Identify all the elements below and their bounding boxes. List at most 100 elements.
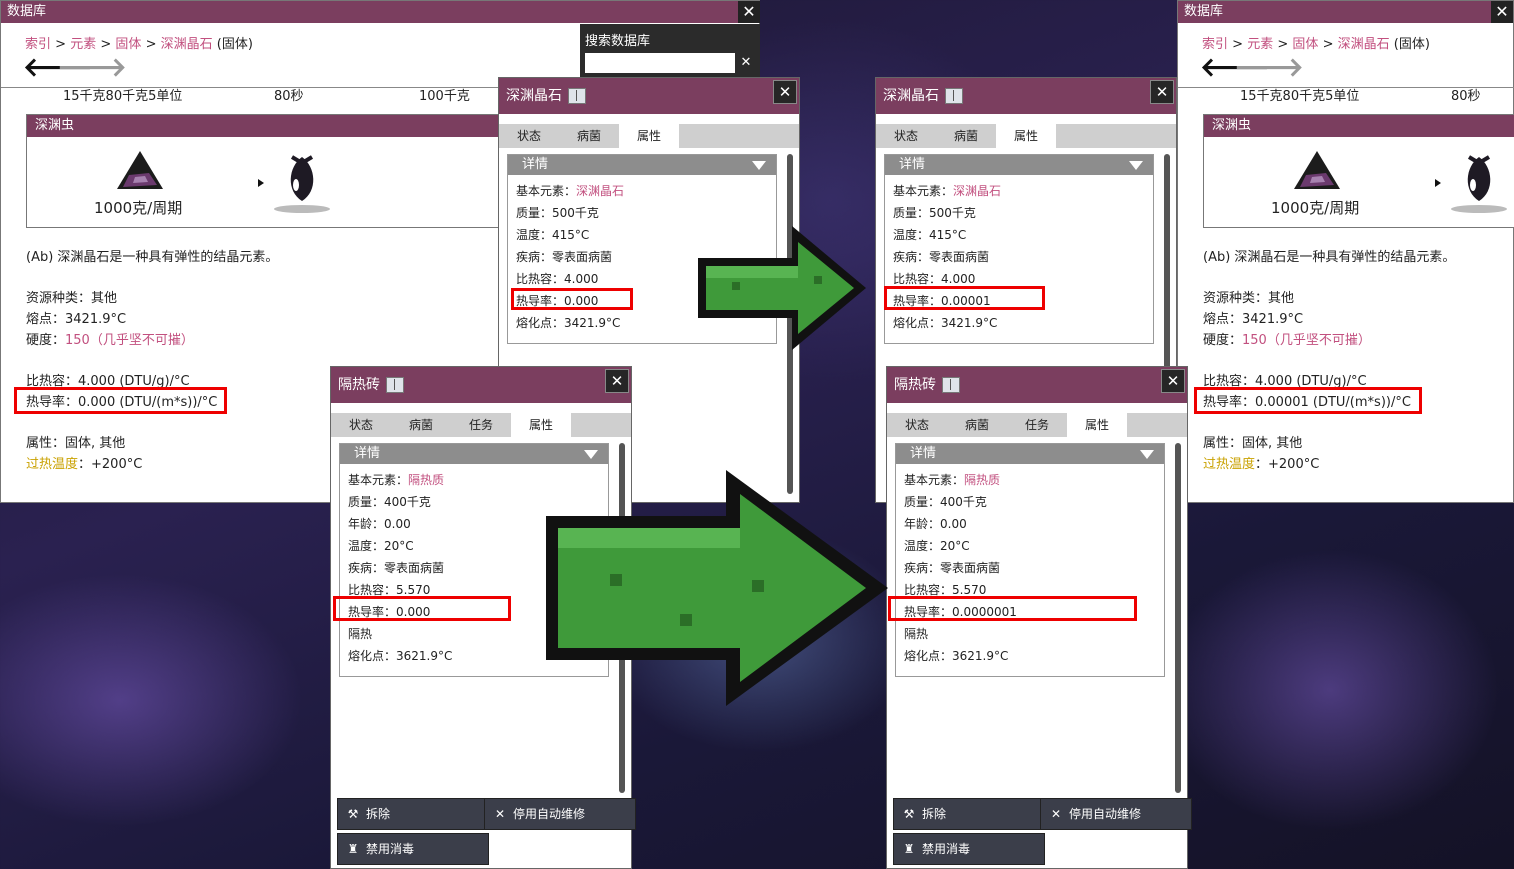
codex-book-icon[interactable] bbox=[568, 88, 586, 104]
disease: 疾病：零表面病菌 bbox=[348, 561, 445, 575]
breadcrumb-suffix: (固体) bbox=[1393, 37, 1430, 52]
melting-point: 熔化点：3621.9°C bbox=[904, 649, 1009, 663]
panel-tabs: 状态 病菌 任务 属性 bbox=[331, 413, 631, 437]
melting-point: 熔化点：3421.9°C bbox=[516, 316, 621, 330]
deconstruct-button[interactable]: ⚒ 拆除 bbox=[893, 798, 1045, 830]
search-input[interactable] bbox=[585, 53, 735, 73]
collapse-triangle-icon[interactable] bbox=[1129, 161, 1143, 170]
overheat-label[interactable]: 过热温度 bbox=[1203, 457, 1255, 472]
search-clear-button[interactable]: ✕ bbox=[736, 53, 756, 73]
hardness-label: 硬度： bbox=[26, 333, 66, 348]
database-close-button[interactable]: ✕ bbox=[738, 1, 760, 23]
breadcrumb-item[interactable]: 深渊晶石 bbox=[1338, 37, 1390, 52]
panel-title-text: 隔热砖 bbox=[894, 377, 936, 393]
tab-germs[interactable]: 病菌 bbox=[936, 124, 996, 148]
panel-close-button[interactable]: ✕ bbox=[773, 80, 797, 104]
auto-repair-button[interactable]: ✕ 停用自动维修 bbox=[1040, 798, 1192, 830]
panel-title: 深渊晶石 ✕ bbox=[499, 78, 799, 114]
breadcrumb-solid[interactable]: 固体 bbox=[1292, 37, 1318, 52]
critter-header: 深渊虫 bbox=[1204, 115, 1514, 137]
base-value[interactable]: 隔热质 bbox=[408, 473, 444, 487]
green-arrow-large-icon bbox=[546, 470, 888, 706]
search-panel: 搜索数据库 ✕ bbox=[580, 24, 760, 77]
forward-arrow-icon[interactable]: 🡒 bbox=[57, 53, 127, 83]
tab-germs[interactable]: 病菌 bbox=[391, 413, 451, 437]
attributes: 属性：固体, 其他 bbox=[1203, 436, 1303, 451]
breadcrumb-elements[interactable]: 元素 bbox=[1247, 37, 1273, 52]
disinfect-button[interactable]: ♜ 禁用消毒 bbox=[893, 833, 1045, 865]
green-arrow-small-icon bbox=[698, 226, 866, 350]
base-value[interactable]: 隔热质 bbox=[964, 473, 1000, 487]
deconstruct-button[interactable]: ⚒ 拆除 bbox=[337, 798, 489, 830]
base-element: 基本元素：隔热质 bbox=[904, 471, 1000, 488]
collapse-triangle-icon[interactable] bbox=[752, 161, 766, 170]
base-label: 基本元素： bbox=[904, 473, 965, 487]
tab-properties[interactable]: 属性 bbox=[619, 124, 679, 148]
mass: 质量：500千克 bbox=[516, 206, 599, 220]
forward-arrow-icon[interactable]: 🡒 bbox=[1234, 53, 1304, 83]
details-header[interactable]: 详情 bbox=[896, 444, 1164, 464]
tab-errands[interactable]: 任务 bbox=[451, 413, 511, 437]
tab-germs[interactable]: 病菌 bbox=[947, 413, 1007, 437]
critter-header: 深渊虫 bbox=[27, 115, 527, 137]
highlight-tc-db-before bbox=[14, 387, 227, 414]
details-header[interactable]: 详情 bbox=[508, 155, 776, 175]
critter-box: 深渊虫 1000克/周期 bbox=[26, 114, 528, 228]
panel-close-button[interactable]: ✕ bbox=[1150, 80, 1174, 104]
details-section: 详情 基本元素：隔热质 质量：400千克 年龄：0.00 温度：20°C 疾病：… bbox=[895, 443, 1165, 677]
breadcrumb-sep: > bbox=[1277, 37, 1289, 52]
tab-status[interactable]: 状态 bbox=[887, 413, 947, 437]
overheat-value: ：+200°C bbox=[1255, 457, 1320, 472]
description: (Ab) 深渊晶石是一种具有弹性的结晶元素。 bbox=[1203, 250, 1456, 265]
panel-tabs: 状态 病菌 属性 bbox=[876, 124, 1176, 148]
tab-status[interactable]: 状态 bbox=[499, 124, 559, 148]
mass: 质量：500千克 bbox=[893, 206, 976, 220]
codex-book-icon[interactable] bbox=[945, 88, 963, 104]
overheat: 过热温度：+200°C bbox=[1203, 453, 1319, 472]
details-header[interactable]: 详情 bbox=[885, 155, 1153, 175]
base-value[interactable]: 深渊晶石 bbox=[576, 184, 624, 198]
breadcrumb-solid[interactable]: 固体 bbox=[115, 37, 141, 52]
base-element: 基本元素：深渊晶石 bbox=[893, 182, 1001, 199]
breadcrumb-sep: > bbox=[1232, 37, 1244, 52]
disinfect-button[interactable]: ♜ 禁用消毒 bbox=[337, 833, 489, 865]
panel-title: 深渊晶石 ✕ bbox=[876, 78, 1176, 114]
hardness: 硬度：150（几乎坚不可摧） bbox=[1203, 329, 1371, 348]
overheat: 过热温度：+200°C bbox=[26, 453, 142, 472]
panel-close-button[interactable]: ✕ bbox=[605, 369, 629, 393]
base-value[interactable]: 深渊晶石 bbox=[953, 184, 1001, 198]
tab-properties[interactable]: 属性 bbox=[996, 124, 1056, 148]
hardness-value[interactable]: 150（几乎坚不可摧） bbox=[1242, 333, 1371, 348]
abyssalite-icon bbox=[1294, 151, 1340, 189]
deconstruct-label: 拆除 bbox=[366, 807, 391, 821]
collapse-triangle-icon[interactable] bbox=[584, 450, 598, 459]
details-header[interactable]: 详情 bbox=[340, 444, 608, 464]
tab-properties[interactable]: 属性 bbox=[511, 413, 571, 437]
codex-book-icon[interactable] bbox=[386, 377, 404, 393]
database-close-button[interactable]: ✕ bbox=[1491, 1, 1513, 23]
breadcrumb-sep: > bbox=[145, 37, 157, 52]
tab-status[interactable]: 状态 bbox=[876, 124, 936, 148]
base-element: 基本元素：深渊晶石 bbox=[516, 182, 624, 199]
auto-repair-button[interactable]: ✕ 停用自动维修 bbox=[484, 798, 636, 830]
panel-title-text: 隔热砖 bbox=[338, 377, 380, 393]
tab-status[interactable]: 状态 bbox=[331, 413, 391, 437]
breadcrumb: 索引 > 元素 > 固体 > 深渊晶石 (固体) bbox=[25, 33, 253, 52]
partial-row-c: 100千克 bbox=[419, 89, 470, 104]
breadcrumb-index[interactable]: 索引 bbox=[25, 37, 51, 52]
hardness-value[interactable]: 150（几乎坚不可摧） bbox=[65, 333, 194, 348]
details-label: 详情 bbox=[354, 446, 381, 461]
breadcrumb-elements[interactable]: 元素 bbox=[70, 37, 96, 52]
critter-box: 深渊虫 1000克/周期 bbox=[1203, 114, 1514, 228]
scrollbar[interactable] bbox=[1175, 443, 1181, 793]
tab-germs[interactable]: 病菌 bbox=[559, 124, 619, 148]
collapse-triangle-icon[interactable] bbox=[1140, 450, 1154, 459]
tab-properties[interactable]: 属性 bbox=[1067, 413, 1127, 437]
overheat-label[interactable]: 过热温度 bbox=[26, 457, 78, 472]
breadcrumb-index[interactable]: 索引 bbox=[1202, 37, 1228, 52]
panel-close-button[interactable]: ✕ bbox=[1161, 369, 1185, 393]
deconstruct-icon: ⚒ bbox=[347, 807, 359, 821]
breadcrumb-item[interactable]: 深渊晶石 bbox=[161, 37, 213, 52]
codex-book-icon[interactable] bbox=[942, 377, 960, 393]
tab-errands[interactable]: 任务 bbox=[1007, 413, 1067, 437]
